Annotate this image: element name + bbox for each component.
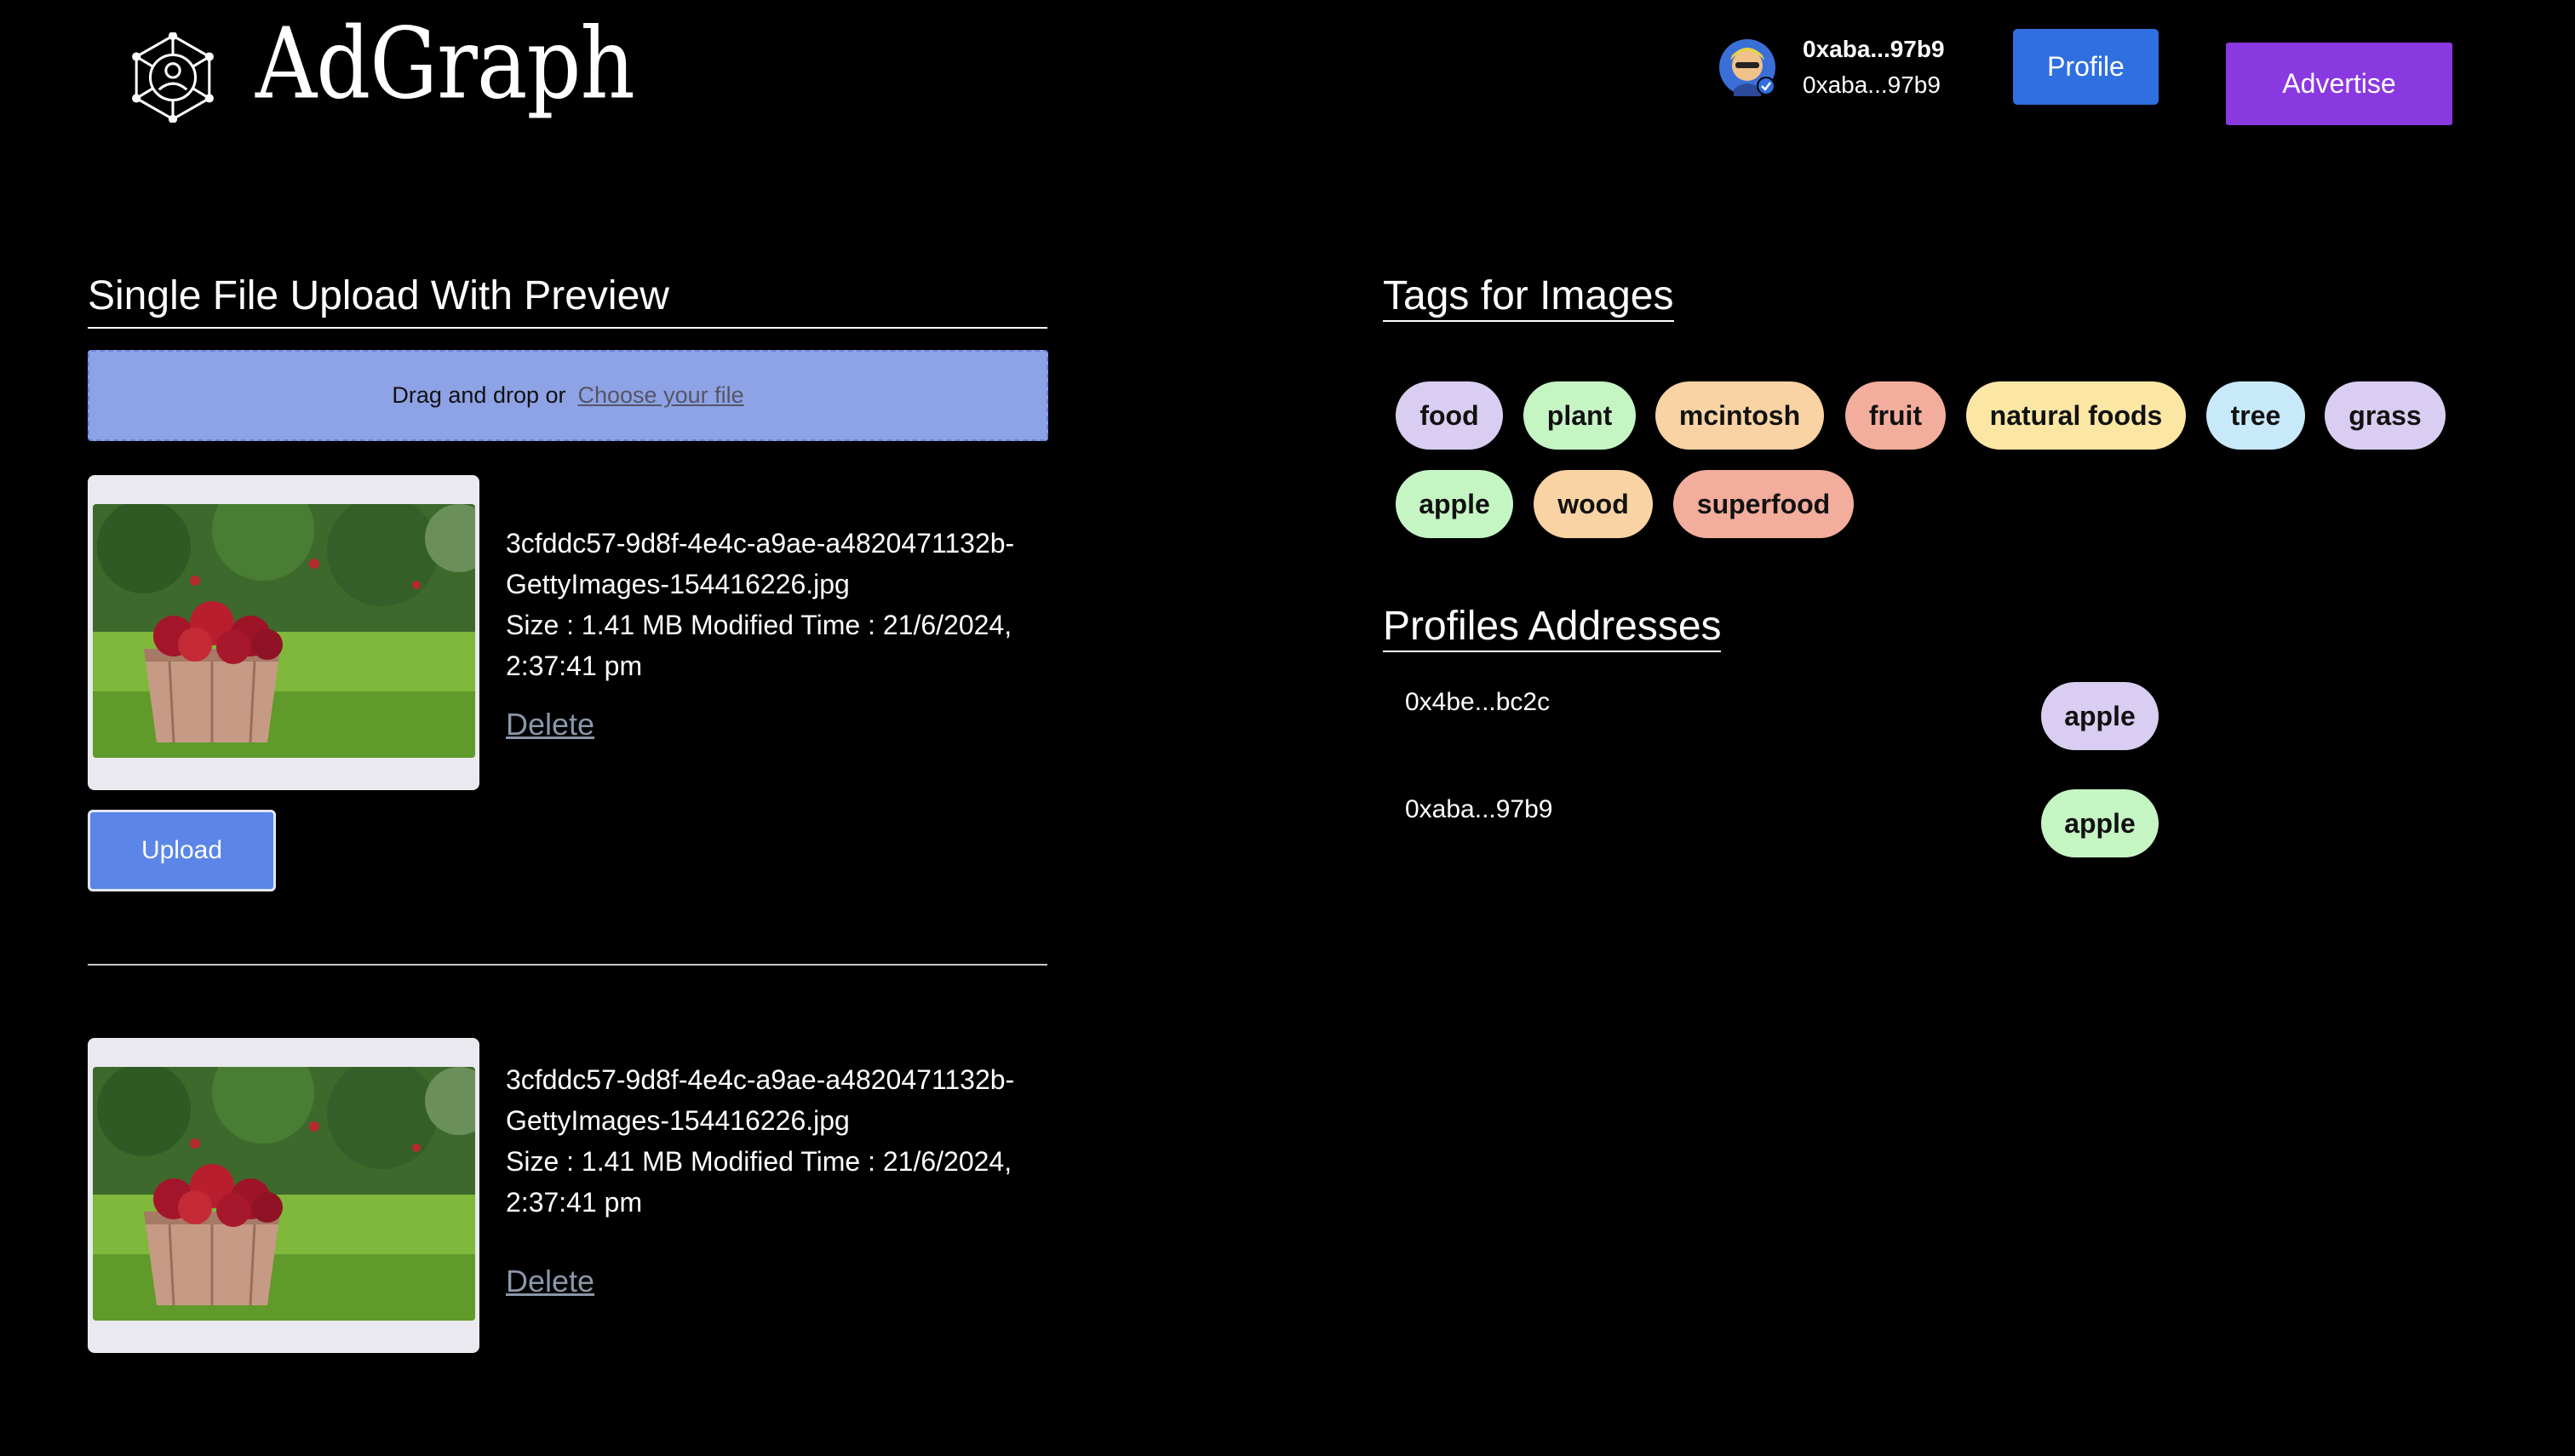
file-name-line-1: 3cfddc57-9d8f-4e4c-a9ae-a4820471132b- — [506, 1064, 1015, 1095]
wallet-address: 0xaba...97b9 — [1803, 72, 1941, 98]
tag-label: tree — [2230, 399, 2281, 431]
tag-chip[interactable]: natural foods — [1966, 381, 2186, 450]
title-underline — [1383, 320, 1674, 322]
profile-tag-chip[interactable]: apple — [2041, 682, 2159, 750]
tag-label: plant — [1546, 399, 1613, 431]
tag-label: apple — [2064, 807, 2136, 839]
avatar[interactable] — [1718, 38, 1776, 96]
file-meta-line-2: 2:37:41 pm — [506, 1187, 643, 1218]
title-underline — [1383, 651, 1721, 652]
choose-file-link[interactable]: Choose your file — [578, 382, 744, 409]
tag-chip[interactable]: superfood — [1673, 470, 1854, 538]
brand-name: AdGraph — [255, 6, 635, 122]
tag-chip[interactable]: tree — [2206, 381, 2305, 450]
file-name-line-2: GettyImages-154416226.jpg — [506, 1105, 850, 1136]
tag-chip[interactable]: wood — [1534, 470, 1653, 538]
tag-label: wood — [1557, 488, 1629, 519]
tag-label: superfood — [1696, 488, 1831, 519]
profile-tag-chip[interactable]: apple — [2041, 789, 2159, 857]
tag-label: fruit — [1868, 399, 1923, 431]
file-meta-line-1: Size : 1.41 MB Modified Time : 21/6/2024… — [506, 610, 1012, 640]
upload-section-title: Single File Upload With Preview — [88, 273, 669, 318]
drop-text: Drag and drop or — [392, 382, 566, 408]
tag-label: grass — [2348, 399, 2422, 431]
logo-icon — [132, 32, 214, 123]
tag-chip[interactable]: mcintosh — [1655, 381, 1824, 450]
check-badge-icon — [1757, 77, 1775, 95]
tag-chip[interactable]: plant — [1523, 381, 1636, 450]
tag-chip[interactable]: apple — [1396, 470, 1513, 538]
tag-chip[interactable]: fruit — [1845, 381, 1946, 450]
tag-label: natural foods — [1989, 399, 2163, 431]
apple-basket-image — [93, 504, 475, 758]
file-meta-line-1: Size : 1.41 MB Modified Time : 21/6/2024… — [506, 1146, 1012, 1177]
advertise-button[interactable]: Advertise — [2226, 43, 2452, 125]
tag-chip[interactable]: food — [1396, 381, 1503, 450]
tag-chip[interactable]: grass — [2325, 381, 2446, 450]
tag-label: apple — [1419, 488, 1490, 519]
upload-button[interactable]: Upload — [88, 810, 276, 891]
profile-button[interactable]: Profile — [2013, 29, 2159, 105]
file-meta-line-2: 2:37:41 pm — [506, 651, 643, 681]
preview-thumbnail-card — [88, 475, 479, 790]
file-dropzone[interactable]: Drag and drop or Choose your file — [88, 350, 1048, 441]
file-name-line-2: GettyImages-154416226.jpg — [506, 569, 850, 599]
delete-link[interactable]: Delete — [506, 707, 594, 742]
profile-address: 0x4be...bc2c — [1405, 688, 1551, 716]
apple-basket-image — [93, 1067, 475, 1321]
profile-address: 0xaba...97b9 — [1405, 795, 1553, 823]
file-name-line-1: 3cfddc57-9d8f-4e4c-a9ae-a4820471132b- — [506, 528, 1015, 559]
tag-label: food — [1419, 399, 1479, 431]
title-divider — [88, 327, 1047, 329]
wallet-name: 0xaba...97b9 — [1803, 36, 1945, 62]
tag-label: apple — [2064, 700, 2136, 731]
tag-label: mcintosh — [1678, 399, 1801, 431]
uploaded-thumbnail-card — [88, 1038, 479, 1353]
delete-link[interactable]: Delete — [506, 1264, 594, 1299]
tags-section-title: Tags for Images — [1383, 273, 1674, 318]
profiles-section-title: Profiles Addresses — [1383, 604, 1722, 649]
section-divider — [88, 964, 1047, 966]
